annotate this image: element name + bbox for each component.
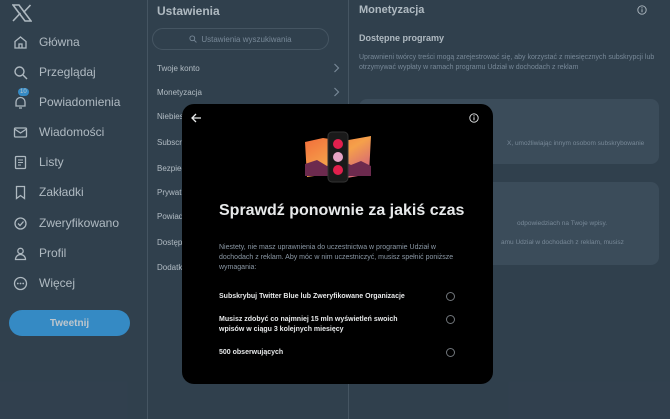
requirement-radio[interactable] [446,292,455,301]
requirement-item: Musisz zdobyć co najmniej 15 mln wyświet… [219,316,398,333]
info-icon[interactable] [469,113,479,123]
modal-description: Niestety, nie masz uprawnienia do uczest… [219,244,454,271]
eligibility-modal: Sprawdź ponownie za jakiś czas Niestety,… [182,104,493,384]
modal-title: Sprawdź ponownie za jakiś czas [219,202,465,219]
requirement-radio[interactable] [446,348,455,357]
back-arrow-icon[interactable] [191,113,202,123]
requirement-item: 500 obserwujących [219,349,284,356]
traffic-light-illustration [305,131,371,183]
requirement-item: Subskrybuj Twitter Blue lub Zweryfikowan… [219,293,405,300]
requirement-radio[interactable] [446,315,455,324]
